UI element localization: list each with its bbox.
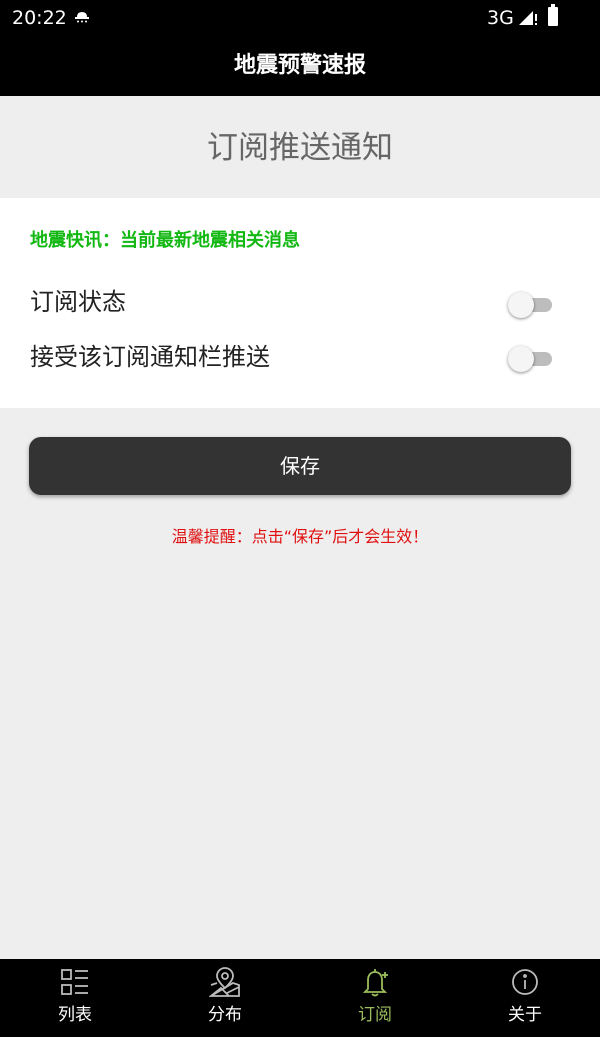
bottom-nav: 列表 分布 订阅 关于 <box>0 959 600 1037</box>
toggle-thumb <box>508 346 534 372</box>
nav-label-about: 关于 <box>508 1005 542 1025</box>
network-type: 3G <box>487 7 514 29</box>
nav-item-list[interactable]: 列表 <box>0 959 150 1037</box>
app-bar: 地震预警速报 <box>0 36 600 96</box>
nav-item-subscribe[interactable]: 订阅 <box>300 959 450 1037</box>
subscription-status-label: 订阅状态 <box>30 288 126 316</box>
app-title: 地震预警速报 <box>233 53 366 78</box>
bell-icon <box>359 966 391 998</box>
toggle-thumb <box>508 292 534 318</box>
list-icon <box>59 966 91 998</box>
earthquake-flash-title: 地震快讯：当前最新地震相关消息 <box>30 230 300 251</box>
info-icon <box>509 966 541 998</box>
nav-label-list: 列表 <box>58 1005 92 1025</box>
nav-label-subscribe: 订阅 <box>358 1005 392 1025</box>
signal-icon <box>518 8 538 30</box>
nav-label-distribution: 分布 <box>208 1005 242 1025</box>
section-header: 订阅推送通知 <box>0 96 600 198</box>
notification-push-toggle[interactable] <box>508 344 554 374</box>
save-button[interactable]: 保存 <box>29 437 571 495</box>
section-title: 订阅推送通知 <box>207 130 393 166</box>
save-reminder-text: 温馨提醒：点击“保存”后才会生效！ <box>171 527 429 546</box>
status-time: 20:22 <box>12 7 67 29</box>
notification-push-label: 接受该订阅通知栏推送 <box>30 343 270 371</box>
nav-item-about[interactable]: 关于 <box>450 959 600 1037</box>
subscription-status-toggle[interactable] <box>508 290 554 320</box>
status-bar: 20:22 3G <box>0 0 600 36</box>
map-pin-icon <box>207 966 241 998</box>
nav-item-distribution[interactable]: 分布 <box>150 959 300 1037</box>
battery-icon <box>548 4 558 26</box>
subscription-card: 地震快讯：当前最新地震相关消息 订阅状态 接受该订阅通知栏推送 <box>0 198 600 408</box>
weather-cloud-icon <box>73 8 91 27</box>
